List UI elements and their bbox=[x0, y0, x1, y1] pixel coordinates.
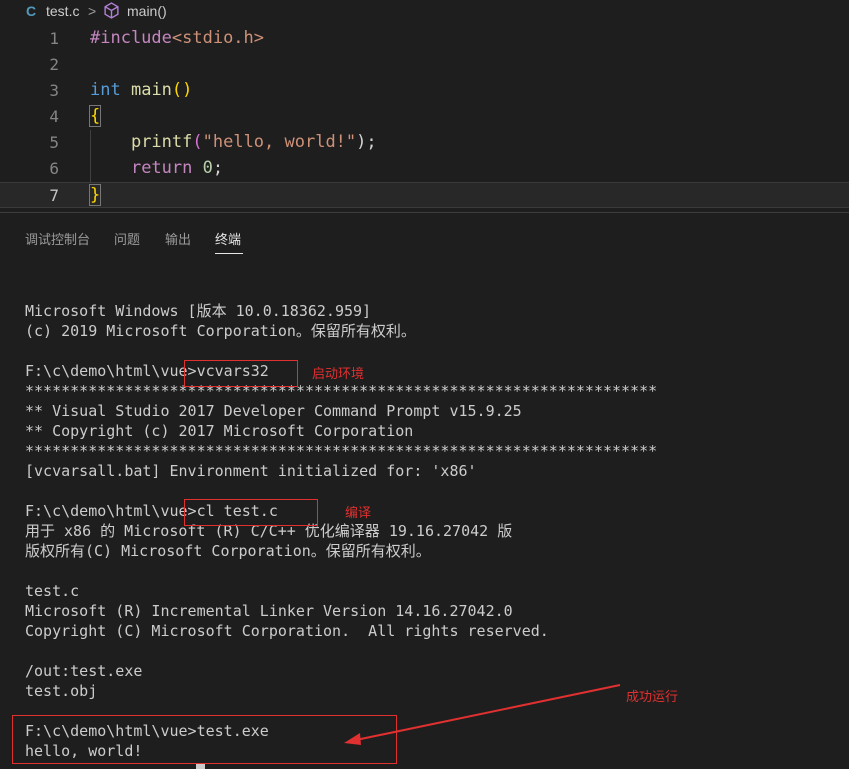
breadcrumb-file[interactable]: test.c bbox=[46, 3, 79, 19]
include-header: <stdio.h> bbox=[171, 28, 265, 48]
bottom-panel: 调试控制台 问题 输出 终端 Microsoft Windows [版本 10.… bbox=[0, 212, 849, 769]
breadcrumb-symbol[interactable]: main() bbox=[127, 3, 167, 19]
function-name: main bbox=[130, 80, 172, 100]
string-literal: "hello, world!" bbox=[202, 132, 357, 152]
type-keyword: int bbox=[90, 80, 121, 100]
preprocessor-directive: #include bbox=[90, 28, 172, 48]
parens: () bbox=[171, 80, 193, 100]
function-call: printf bbox=[130, 132, 193, 152]
open-brace: { bbox=[88, 105, 102, 127]
number-literal: 0 bbox=[202, 158, 213, 178]
chevron-right-icon: > bbox=[88, 3, 97, 19]
breadcrumb: C test.c > main() bbox=[0, 0, 849, 24]
line-number: 4 bbox=[49, 107, 59, 126]
c-file-icon: C bbox=[26, 3, 37, 19]
line-number: 7 bbox=[49, 186, 59, 205]
code-line: 5 printf("hello, world!"); bbox=[0, 130, 849, 156]
arrow-icon bbox=[344, 684, 621, 745]
cube-symbol-icon bbox=[103, 2, 120, 22]
code-line: 2 bbox=[0, 52, 849, 78]
line-number: 5 bbox=[49, 133, 59, 152]
line-number: 1 bbox=[49, 29, 59, 48]
line-number: 3 bbox=[49, 81, 59, 100]
return-keyword: return bbox=[130, 158, 193, 178]
code-editor[interactable]: 1 #include<stdio.h> 2 3 int main() 4 { 5… bbox=[0, 26, 849, 212]
code-line: 4 { bbox=[0, 104, 849, 130]
line-number: 6 bbox=[49, 159, 59, 178]
code-line: 3 int main() bbox=[0, 78, 849, 104]
indent-guide bbox=[90, 130, 91, 182]
terminal-cursor bbox=[196, 764, 205, 769]
current-line-highlight: 7 } bbox=[0, 182, 849, 208]
line-number: 2 bbox=[49, 55, 59, 74]
code-line: 1 #include<stdio.h> bbox=[0, 26, 849, 52]
close-brace: } bbox=[88, 184, 102, 206]
code-line: 6 return 0; bbox=[0, 156, 849, 182]
